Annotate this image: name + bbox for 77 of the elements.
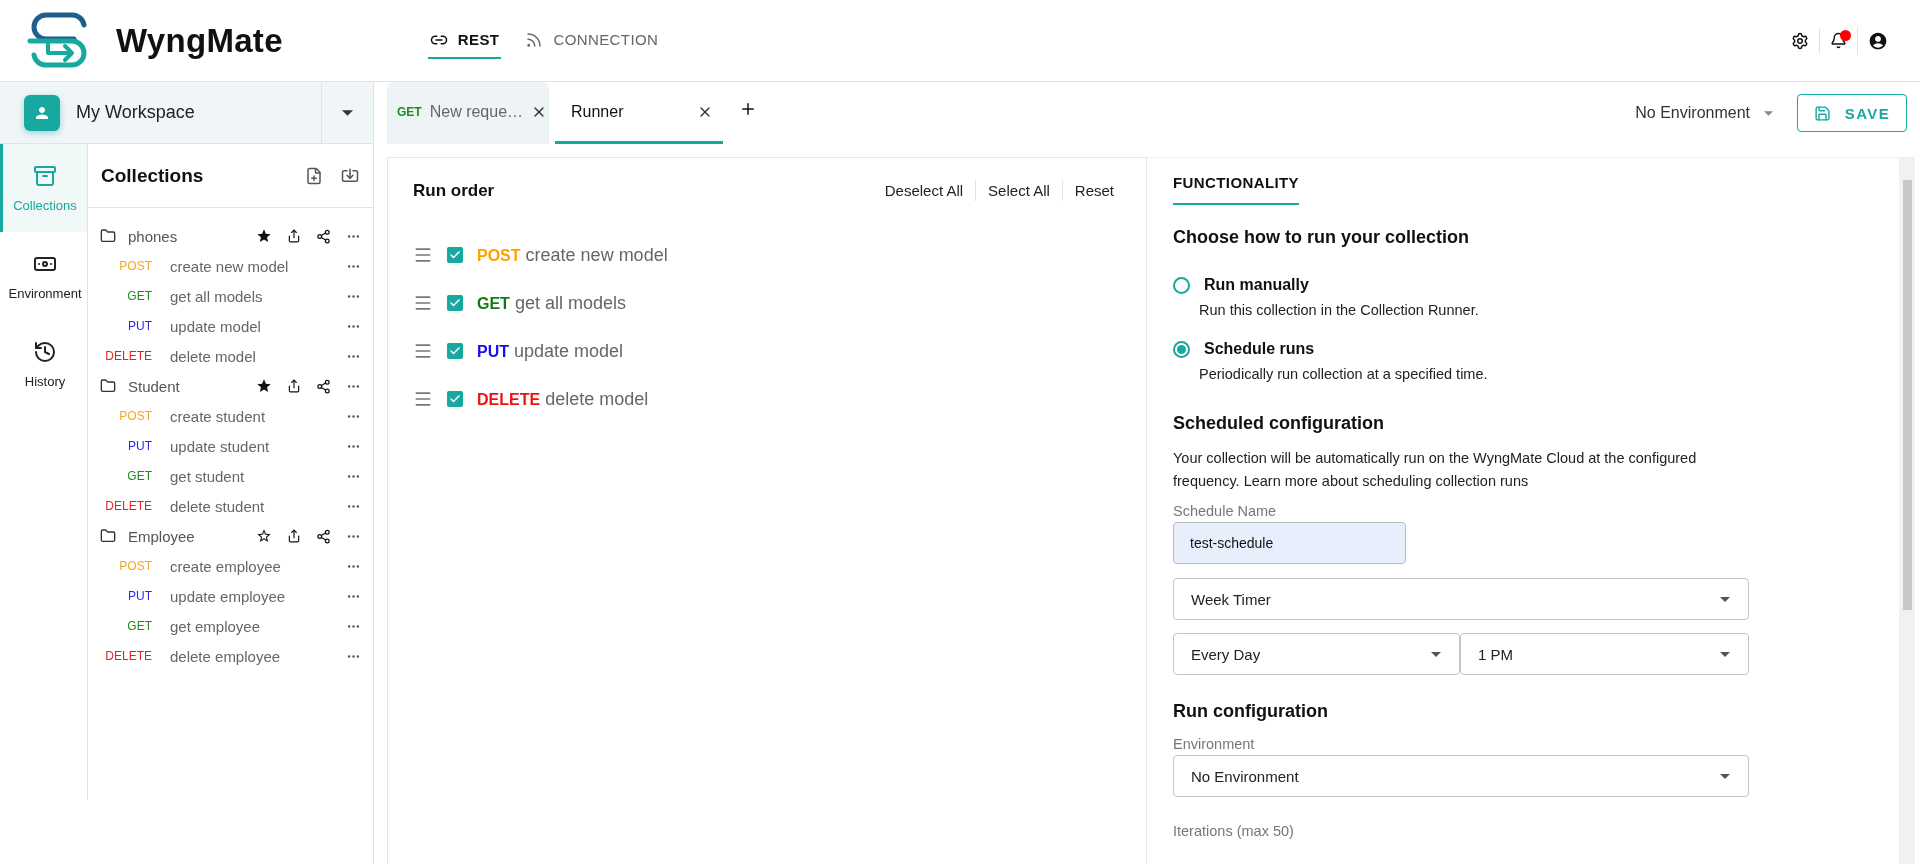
check-icon [449,297,461,309]
request-item[interactable]: POST create student [100,407,344,425]
time-select[interactable]: 1 PM [1460,633,1749,675]
drag-handle-icon[interactable] [413,293,433,313]
request-label: GET get all models [477,292,626,314]
request-item[interactable]: GET get all models [100,287,344,305]
functionality-tab[interactable]: FUNCTIONALITY [1173,172,1300,205]
run-order-title: Run order [413,180,496,201]
request-item[interactable]: DELETE delete employee [100,647,344,665]
checkbox[interactable] [447,247,463,263]
app-name: WyngMate [116,21,283,60]
folder-name[interactable]: Student [116,377,254,395]
schedule-name-field[interactable]: test-schedule [1173,522,1406,564]
radio-option[interactable]: Schedule runs [1173,340,1315,358]
radio-option[interactable]: Run manually [1173,276,1309,294]
folder-icon [100,228,116,244]
checkbox[interactable] [447,343,463,359]
action-link[interactable]: Select All [975,180,1062,201]
check-icon [449,393,461,405]
folder-name[interactable]: phones [116,227,254,245]
environment-select[interactable]: No Environment [1173,755,1749,797]
sidebar-tab[interactable]: Environment [0,232,87,320]
nav-tab[interactable]: CONNECTION [523,22,661,59]
request-item[interactable]: GET get student [100,467,344,485]
request-item[interactable]: POST create employee [100,557,344,575]
collections-title: Collections [101,164,205,187]
action-link[interactable]: Reset [1061,180,1126,201]
caret-icon [1720,596,1730,602]
field-label: Environment [1173,736,1255,752]
request-item[interactable]: PUT update student [100,437,344,455]
drag-handle-icon[interactable] [413,389,433,409]
request-label: DELETE delete model [477,388,649,410]
signal-icon [525,30,544,49]
folder-icon [100,528,116,544]
day-select[interactable]: Every Day [1173,633,1460,675]
field-label: Schedule Name [1173,503,1277,519]
drag-handle-icon[interactable] [413,341,433,361]
field-label: Iterations (max 50) [1173,823,1294,839]
sidebar-tab[interactable]: History [0,320,87,408]
checkbox[interactable] [447,295,463,311]
archive-icon [33,163,57,188]
section-heading: Run configuration [1173,701,1328,722]
caret-icon [342,109,353,116]
caret-icon [1720,773,1730,779]
caret-icon [1764,110,1773,116]
scheduled-description: Your collection will be automatically run on the WyngMate Cloud at the configured frequency. Learn more about scheduling collection runs [1173,449,1698,491]
check-icon [449,249,461,261]
nav-tab[interactable]: REST [427,22,502,59]
section-heading: Choose how to run your collection [1173,227,1469,248]
request-tab[interactable]: GET New reque… [387,82,549,144]
gear-icon [1791,31,1809,50]
request-item[interactable]: PUT update model [100,317,344,335]
option-description: Periodically run collection at a specified time. [1199,365,1488,384]
request-item[interactable]: DELETE delete model [100,347,344,365]
request-item[interactable]: POST create new model [100,257,344,275]
request-item[interactable]: DELETE delete student [100,497,344,515]
timer-select[interactable]: Week Timer [1173,578,1749,620]
scrollbar[interactable] [1899,158,1915,864]
folder-name[interactable]: Employee [116,527,254,545]
section-heading: Scheduled configuration [1173,413,1384,434]
action-link[interactable]: Deselect All [872,180,976,201]
bell-icon [1830,32,1847,49]
request-item[interactable]: PUT update employee [100,587,344,605]
history-icon [33,339,57,364]
workspace-icon [24,94,60,131]
request-item[interactable]: GET get employee [100,617,344,635]
caret-icon [1431,651,1441,657]
drag-handle-icon[interactable] [413,245,433,265]
environment-selector[interactable]: No Environment [1629,103,1779,123]
user-icon [1868,30,1888,51]
check-icon [449,345,461,357]
caret-icon [1720,651,1730,657]
folder-icon [100,378,116,394]
request-label: POST create new model [477,244,668,266]
option-description: Run this collection in the Collection Runner. [1199,301,1479,320]
checkbox[interactable] [447,391,463,407]
request-label: PUT update model [477,340,624,362]
